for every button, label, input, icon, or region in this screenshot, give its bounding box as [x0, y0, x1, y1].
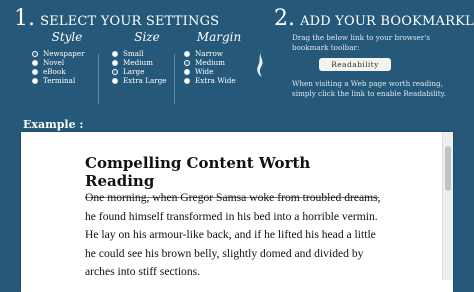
radio-icon[interactable] [112, 77, 118, 84]
example-label: Example : [23, 118, 84, 131]
margin-option-medium[interactable]: Medium [184, 58, 254, 67]
bookmarklet-usage-instructions: When visiting a Web page worth reading, … [292, 79, 446, 98]
divider [174, 54, 175, 104]
size-option-extra-large[interactable]: Extra Large [112, 76, 182, 85]
article-body: One morning, when Gregor Samsa woke from… [85, 191, 381, 278]
radio-icon[interactable] [112, 68, 118, 75]
radio-icon[interactable] [32, 77, 38, 84]
style-option-terminal[interactable]: Terminal [32, 76, 102, 85]
bookmarklet-drag-instructions: Drag the below link to your browser's bo… [292, 33, 431, 52]
step-1-heading: 1. SELECT YOUR SETTINGS [14, 6, 219, 31]
margin-options: Margin Narrow Medium Wide Extra Wide [184, 30, 254, 85]
step-2-heading: 2. ADD YOUR BOOKMARKLET [274, 6, 474, 31]
style-option-novel[interactable]: Novel [32, 58, 102, 67]
radio-icon[interactable] [184, 59, 190, 66]
flame-icon [256, 48, 267, 82]
size-option-medium[interactable]: Medium [112, 58, 182, 67]
margin-heading: Margin [196, 30, 242, 44]
size-option-large[interactable]: Large [112, 67, 182, 76]
readability-bookmarklet-button[interactable]: Readability [319, 58, 391, 71]
radio-icon[interactable] [32, 68, 38, 75]
radio-icon[interactable] [184, 50, 190, 57]
example-preview: Compelling Content Worth Reading One mor… [21, 132, 453, 292]
step-1-title: SELECT YOUR SETTINGS [40, 14, 220, 29]
margin-option-wide[interactable]: Wide [184, 67, 254, 76]
style-options: Style Newspaper Novel eBook Terminal [32, 30, 102, 85]
radio-icon[interactable] [112, 50, 118, 57]
radio-icon[interactable] [32, 59, 38, 66]
scroll-thumb[interactable] [445, 146, 451, 191]
radio-icon[interactable] [184, 68, 190, 75]
radio-icon[interactable] [112, 59, 118, 66]
step-2-number: 2. [274, 6, 295, 31]
style-option-ebook[interactable]: eBook [32, 67, 102, 76]
style-heading: Style [51, 30, 83, 44]
radio-icon[interactable] [184, 77, 190, 84]
margin-option-narrow[interactable]: Narrow [184, 49, 254, 58]
style-option-newspaper[interactable]: Newspaper [32, 49, 102, 58]
step-1-number: 1. [14, 6, 35, 31]
size-heading: Size [134, 30, 160, 44]
margin-option-extra-wide[interactable]: Extra Wide [184, 76, 254, 85]
settings-panel: Style Newspaper Novel eBook Terminal Siz… [26, 30, 261, 110]
size-options: Size Small Medium Large Extra Large [112, 30, 182, 85]
size-option-small[interactable]: Small [112, 49, 182, 58]
radio-icon[interactable] [32, 50, 38, 57]
divider [98, 54, 99, 104]
step-2-title: ADD YOUR BOOKMARKLET [300, 14, 474, 29]
preview-scrollbar[interactable] [442, 132, 453, 280]
